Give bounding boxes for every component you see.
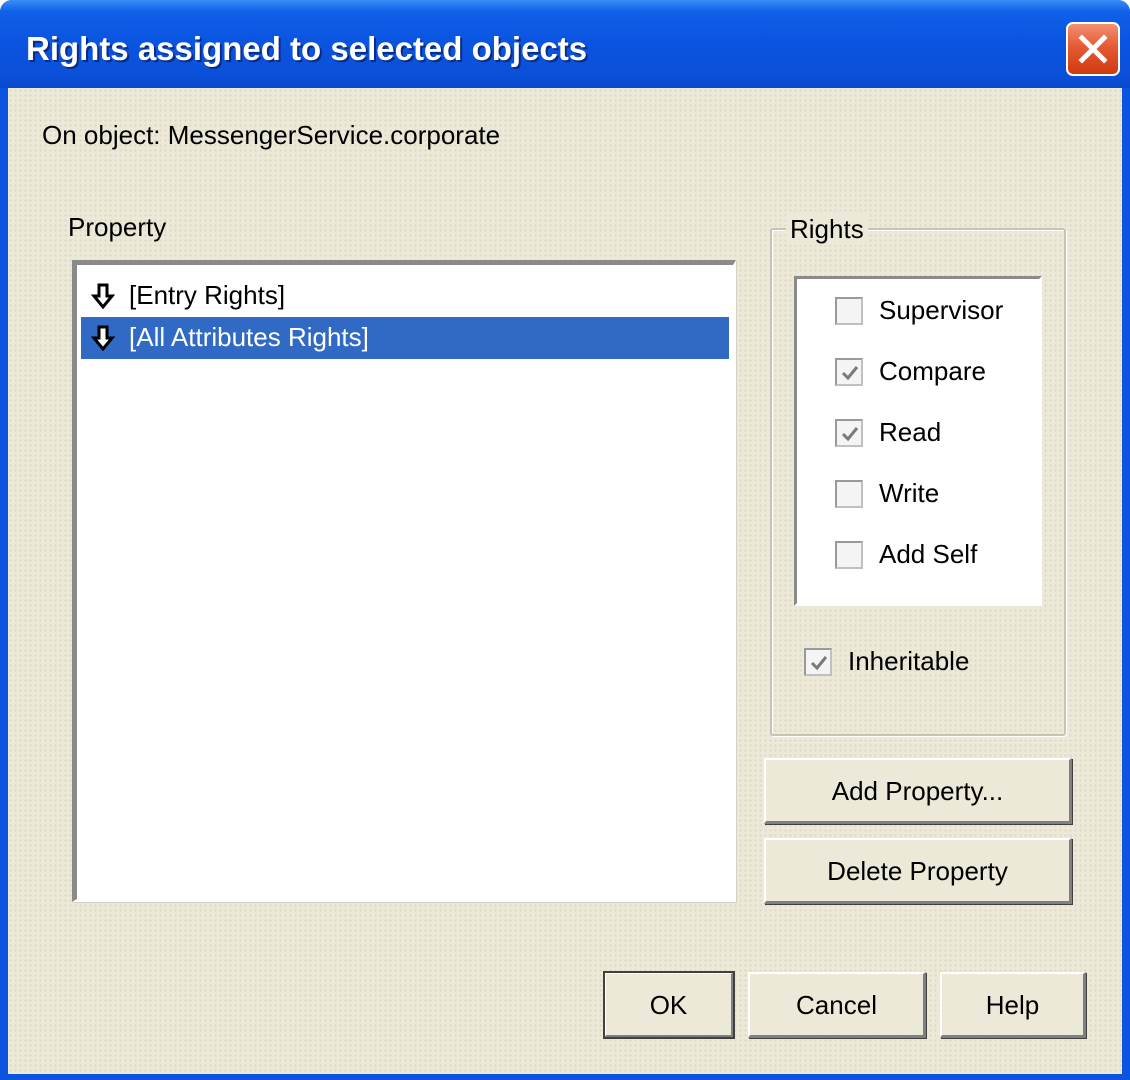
checkmark-icon [841, 366, 859, 381]
ok-label: OK [649, 990, 688, 1020]
read-checkbox[interactable] [835, 419, 863, 447]
supervisor-checkbox[interactable] [835, 297, 863, 325]
inheritable-checkbox[interactable] [804, 648, 832, 676]
window-frame-bottom [0, 1074, 1130, 1080]
write-checkbox[interactable] [835, 480, 863, 508]
delete-property-label: Delete Property [827, 856, 1008, 886]
compare-label: Compare [879, 356, 986, 386]
read-label: Read [879, 417, 942, 447]
property-label: Property [68, 212, 167, 242]
property-item-entry-rights[interactable]: [Entry Rights] [81, 275, 729, 317]
rights-checklist: Supervisor Compare Read Write Add Self [794, 276, 1042, 606]
property-item-label: [Entry Rights] [129, 280, 286, 310]
supervisor-label: Supervisor [879, 295, 1004, 325]
rights-legend: Rights [786, 214, 868, 245]
inheritable-label: Inheritable [848, 646, 970, 676]
dialog-window: Rights assigned to selected objects On o… [0, 0, 1130, 1080]
checkmark-icon [841, 427, 859, 442]
window-frame-right [1122, 88, 1130, 1080]
help-label: Help [985, 990, 1040, 1020]
write-label: Write [879, 478, 940, 508]
add-self-checkbox[interactable] [835, 541, 863, 569]
add-property-button[interactable]: Add Property... [764, 758, 1072, 824]
add-property-label: Add Property... [831, 776, 1004, 806]
add-self-label: Add Self [879, 539, 978, 569]
delete-property-button[interactable]: Delete Property [764, 838, 1072, 904]
property-item-label: [All Attributes Rights] [129, 322, 369, 352]
checkmark-icon [810, 656, 828, 671]
property-item-all-attributes-rights[interactable]: [All Attributes Rights] [81, 317, 729, 359]
dialog-title: Rights assigned to selected objects [26, 30, 588, 67]
help-button[interactable]: Help [940, 972, 1086, 1038]
close-icon [1078, 34, 1108, 64]
down-arrow-icon [91, 283, 115, 309]
object-label: On object: MessengerService.corporate [42, 120, 501, 150]
down-arrow-icon [91, 325, 115, 351]
dialog-body: On object: MessengerService.corporate Pr… [8, 88, 1122, 1074]
property-listbox[interactable]: [Entry Rights] [All Attributes Rights] [72, 260, 736, 902]
cancel-button[interactable]: Cancel [748, 972, 926, 1038]
window-frame-left [0, 88, 8, 1080]
ok-button[interactable]: OK [603, 971, 735, 1039]
close-button[interactable] [1066, 22, 1120, 76]
compare-checkbox[interactable] [835, 358, 863, 386]
cancel-label: Cancel [796, 990, 877, 1020]
title-bar[interactable]: Rights assigned to selected objects [0, 0, 1130, 96]
